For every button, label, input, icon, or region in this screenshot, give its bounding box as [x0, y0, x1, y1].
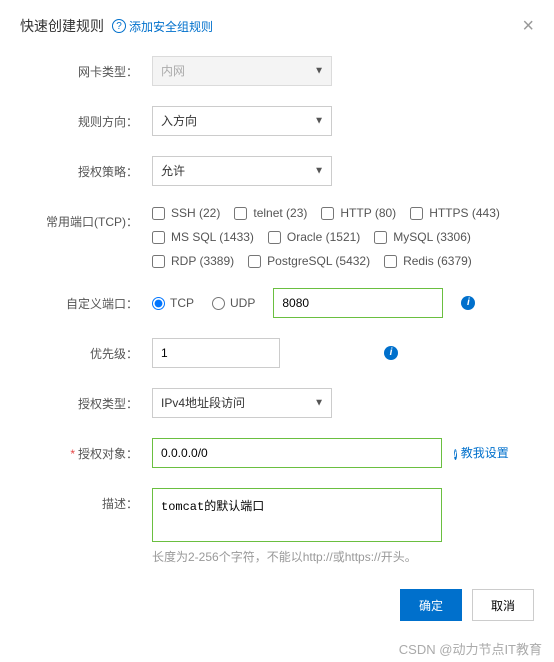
- info-icon[interactable]: i: [384, 346, 398, 360]
- radio[interactable]: [152, 297, 165, 310]
- nic-type-select: 内网: [152, 56, 332, 86]
- custom-port-input[interactable]: [273, 288, 443, 318]
- teach-link[interactable]: i教我设置: [454, 444, 509, 462]
- checkbox[interactable]: [152, 231, 165, 244]
- auth-policy-label: 授权策略：: [20, 156, 138, 180]
- row-auth-type: 授权类型： IPv4地址段访问: [20, 388, 534, 418]
- description-hint: 长度为2-256个字符，不能以http://或https://开头。: [20, 548, 534, 565]
- checkbox[interactable]: [410, 207, 423, 220]
- row-common-ports: 常用端口(TCP)： SSH (22) telnet (23) HTTP (80…: [20, 206, 534, 268]
- info-icon[interactable]: i: [461, 296, 475, 310]
- checkbox-item[interactable]: telnet (23): [234, 206, 307, 220]
- description-input[interactable]: [152, 488, 442, 542]
- dialog-header: 快速创建规则 ? 添加安全组规则 ×: [20, 16, 534, 36]
- dialog-title: 快速创建规则: [20, 16, 104, 36]
- row-direction: 规则方向： 入方向: [20, 106, 534, 136]
- checkbox[interactable]: [321, 207, 334, 220]
- checkbox[interactable]: [234, 207, 247, 220]
- auth-object-label: *授权对象：: [20, 438, 138, 462]
- checkbox-item[interactable]: SSH (22): [152, 206, 220, 220]
- row-description: 描述：: [20, 488, 534, 542]
- auth-type-label: 授权类型：: [20, 388, 138, 412]
- dialog-footer: 确定 取消: [0, 575, 554, 635]
- common-ports-label: 常用端口(TCP)：: [20, 206, 138, 230]
- dialog: 快速创建规则 ? 添加安全组规则 × 网卡类型： 内网 规则方向： 入方向 授权…: [0, 0, 554, 575]
- checkbox[interactable]: [268, 231, 281, 244]
- custom-port-label: 自定义端口：: [20, 288, 138, 312]
- auth-object-input[interactable]: [152, 438, 442, 468]
- auth-policy-select[interactable]: 允许: [152, 156, 332, 186]
- help-link-text: 添加安全组规则: [129, 18, 213, 35]
- checkbox[interactable]: [152, 207, 165, 220]
- checkbox[interactable]: [248, 255, 261, 268]
- radio-udp[interactable]: UDP: [212, 296, 255, 310]
- radio[interactable]: [212, 297, 225, 310]
- help-link[interactable]: ? 添加安全组规则: [112, 18, 213, 35]
- checkbox-item[interactable]: Redis (6379): [384, 254, 472, 268]
- auth-type-select[interactable]: IPv4地址段访问: [152, 388, 332, 418]
- nic-type-label: 网卡类型：: [20, 56, 138, 80]
- priority-label: 优先级：: [20, 338, 138, 362]
- row-nic-type: 网卡类型： 内网: [20, 56, 534, 86]
- checkbox-item[interactable]: HTTP (80): [321, 206, 396, 220]
- checkbox-item[interactable]: HTTPS (443): [410, 206, 500, 220]
- checkbox-item[interactable]: RDP (3389): [152, 254, 234, 268]
- checkbox[interactable]: [374, 231, 387, 244]
- cancel-button[interactable]: 取消: [472, 589, 534, 621]
- checkbox[interactable]: [384, 255, 397, 268]
- help-icon: ?: [112, 19, 126, 33]
- direction-select[interactable]: 入方向: [152, 106, 332, 136]
- checkbox[interactable]: [152, 255, 165, 268]
- checkbox-item[interactable]: PostgreSQL (5432): [248, 254, 370, 268]
- close-icon[interactable]: ×: [522, 16, 534, 36]
- checkbox-item[interactable]: MS SQL (1433): [152, 230, 254, 244]
- checkbox-item[interactable]: Oracle (1521): [268, 230, 360, 244]
- watermark: CSDN @动力节点IT教育: [0, 635, 554, 662]
- description-label: 描述：: [20, 488, 138, 512]
- info-icon: i: [454, 449, 457, 460]
- radio-tcp[interactable]: TCP: [152, 296, 194, 310]
- priority-input[interactable]: [152, 338, 280, 368]
- row-priority: 优先级： i: [20, 338, 534, 368]
- row-auth-policy: 授权策略： 允许: [20, 156, 534, 186]
- row-auth-object: *授权对象： i教我设置: [20, 438, 534, 468]
- checkbox-item[interactable]: MySQL (3306): [374, 230, 471, 244]
- common-ports-grid: SSH (22) telnet (23) HTTP (80) HTTPS (44…: [152, 206, 534, 268]
- row-custom-port: 自定义端口： TCP UDP i: [20, 288, 534, 318]
- direction-label: 规则方向：: [20, 106, 138, 130]
- ok-button[interactable]: 确定: [400, 589, 462, 621]
